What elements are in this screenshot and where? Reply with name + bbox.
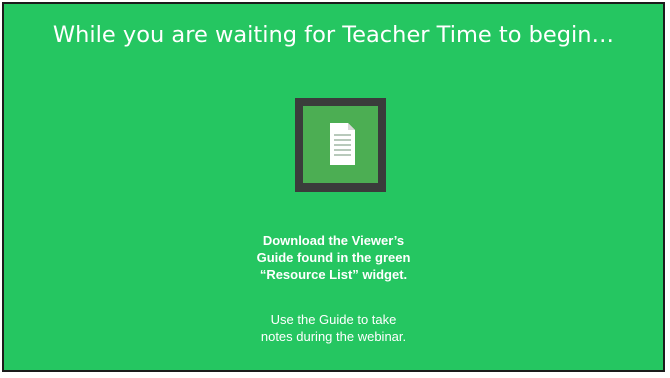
instruction-line: Guide found in the green <box>256 250 411 265</box>
usage-note: Use the Guide to take notes during the w… <box>4 311 663 345</box>
note-line: Use the Guide to take <box>270 312 397 327</box>
slide-title: While you are waiting for Teacher Time t… <box>52 22 615 48</box>
instruction-line: Download the Viewer’s <box>262 233 405 248</box>
resource-icon-frame <box>295 98 386 192</box>
note-line: notes during the webinar. <box>260 329 407 344</box>
slide: While you are waiting for Teacher Time t… <box>2 2 665 372</box>
document-icon <box>330 123 355 165</box>
instruction-line: “Resource List” widget. <box>259 267 408 282</box>
download-instruction: Download the Viewer’s Guide found in the… <box>4 232 663 283</box>
resource-icon-tile <box>303 106 378 183</box>
